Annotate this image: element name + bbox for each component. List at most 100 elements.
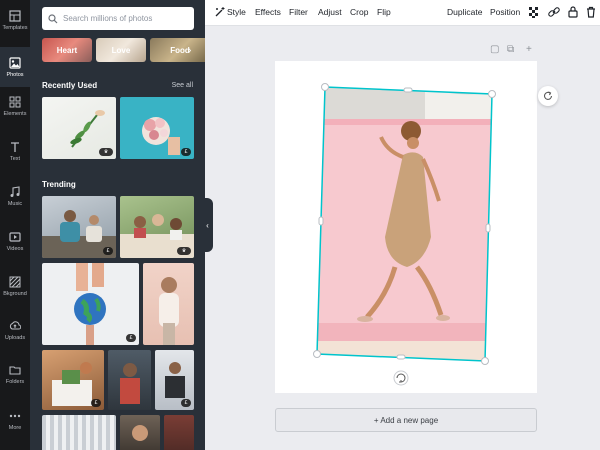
photos-panel: Search millions of photos Heart Love Foo…: [30, 0, 205, 450]
side-rail: Templates Photos Elements Text Music Vid…: [0, 0, 30, 450]
photos-icon: [9, 56, 21, 69]
uploads-icon: [9, 320, 21, 329]
resize-handle[interactable]: [485, 223, 491, 233]
duplicate-button[interactable]: Duplicate: [447, 7, 482, 17]
refresh-icon: [543, 91, 553, 100]
photo-thumb[interactable]: £: [155, 350, 194, 410]
resize-handle[interactable]: [318, 216, 324, 226]
note-icon[interactable]: ▢: [490, 44, 499, 55]
rail-label: Uploads: [4, 334, 26, 341]
rail-item-more[interactable]: More: [0, 400, 30, 440]
photo-thumb[interactable]: £: [120, 97, 194, 159]
position-button[interactable]: Position: [490, 7, 520, 17]
price-icon: £: [91, 399, 101, 407]
rail-label: Photos: [6, 71, 24, 78]
photo-thumb[interactable]: £: [42, 196, 116, 258]
copy-page-icon[interactable]: ⧉: [507, 44, 514, 55]
rail-label: Videos: [6, 245, 24, 252]
design-page[interactable]: [275, 61, 537, 393]
price-icon: £: [181, 399, 191, 407]
rotate-handle[interactable]: [393, 370, 409, 386]
man-portrait-image: [132, 425, 148, 441]
rail-item-text[interactable]: Text: [0, 131, 30, 171]
globe-hands-image: [74, 263, 106, 345]
editor-toolbar: Style Effects Filter Adjust Crop Flip Du…: [205, 0, 600, 26]
rail-label: Folders: [5, 378, 25, 385]
photo-thumb[interactable]: [108, 350, 151, 410]
link-icon[interactable]: [547, 5, 561, 19]
collapse-panel-button[interactable]: ‹: [202, 198, 213, 252]
price-icon: £: [126, 334, 136, 342]
chip-food[interactable]: Food: [150, 38, 205, 62]
rail-item-videos[interactable]: Videos: [0, 221, 30, 261]
photo-thumb[interactable]: [120, 415, 160, 450]
rail-label: Templates: [2, 24, 28, 31]
filter-button[interactable]: Filter: [289, 7, 308, 17]
transparency-icon[interactable]: [527, 5, 541, 19]
rail-item-templates[interactable]: Templates: [0, 0, 30, 40]
chip-love[interactable]: Love: [96, 38, 146, 62]
selected-photo[interactable]: [275, 61, 537, 393]
rail-item-music[interactable]: Music: [0, 176, 30, 216]
text-icon: [11, 141, 19, 152]
resize-handle[interactable]: [481, 357, 489, 365]
rail-item-background[interactable]: Bkground: [0, 266, 30, 306]
photo-thumb[interactable]: £: [42, 263, 139, 345]
rail-label: Bkground: [3, 290, 27, 297]
more-icon: [9, 414, 21, 417]
style-button[interactable]: Style: [227, 7, 246, 17]
adjust-button[interactable]: Adjust: [318, 7, 342, 17]
music-icon: [10, 185, 20, 197]
photo-thumb[interactable]: £: [42, 350, 104, 410]
chevron-left-icon: ‹: [206, 220, 209, 230]
photo-thumb[interactable]: ♛: [120, 196, 194, 258]
chevron-right-icon[interactable]: ›: [188, 45, 191, 56]
videos-icon: [9, 231, 21, 242]
rail-label: More: [8, 424, 22, 431]
refresh-button[interactable]: [538, 86, 558, 106]
add-new-page-button[interactable]: + Add a new page: [275, 408, 537, 432]
add-page-label: + Add a new page: [373, 415, 439, 425]
trending-title: Trending: [42, 180, 76, 189]
trash-icon[interactable]: [584, 5, 598, 19]
woman-portrait-image: [159, 277, 179, 345]
style-wand-icon[interactable]: [213, 5, 227, 19]
folders-icon: [9, 365, 21, 375]
resize-handle[interactable]: [313, 350, 321, 358]
see-all-link[interactable]: See all: [172, 82, 193, 89]
crop-button[interactable]: Crop: [350, 7, 368, 17]
rail-item-folders[interactable]: Folders: [0, 354, 30, 394]
photo-thumb[interactable]: [164, 415, 194, 450]
crown-icon: ♛: [177, 247, 191, 255]
resize-handle[interactable]: [396, 354, 406, 360]
woman-jumping-image: [317, 87, 492, 361]
resize-handle[interactable]: [403, 87, 413, 93]
effects-button[interactable]: Effects: [255, 7, 281, 17]
resize-handle[interactable]: [321, 83, 329, 91]
rail-label: Music: [7, 200, 23, 207]
add-page-icon[interactable]: +: [526, 44, 532, 55]
rail-item-photos[interactable]: Photos: [0, 47, 30, 87]
lock-icon[interactable]: [566, 5, 580, 19]
chip-label: Love: [111, 45, 131, 55]
chip-heart[interactable]: Heart: [42, 38, 92, 62]
search-input[interactable]: Search millions of photos: [42, 7, 194, 30]
crown-icon: ♛: [99, 148, 113, 156]
search-placeholder: Search millions of photos: [63, 14, 153, 23]
rail-item-uploads[interactable]: Uploads: [0, 310, 30, 350]
recently-used-title: Recently Used: [42, 81, 98, 90]
background-icon: [9, 276, 21, 287]
chip-label: Food: [170, 45, 190, 55]
photo-thumb[interactable]: [42, 415, 116, 450]
price-icon: £: [181, 148, 191, 156]
rail-item-elements[interactable]: Elements: [0, 86, 30, 126]
photo-thumb[interactable]: ♛: [42, 97, 116, 159]
search-icon: [48, 13, 58, 23]
rail-label: Text: [9, 155, 21, 162]
woman-cooking-image: [120, 363, 140, 404]
flip-button[interactable]: Flip: [377, 7, 391, 17]
rail-label: Elements: [3, 110, 27, 117]
chip-label: Heart: [56, 45, 78, 55]
photo-thumb[interactable]: [143, 263, 194, 345]
resize-handle[interactable]: [488, 90, 496, 98]
